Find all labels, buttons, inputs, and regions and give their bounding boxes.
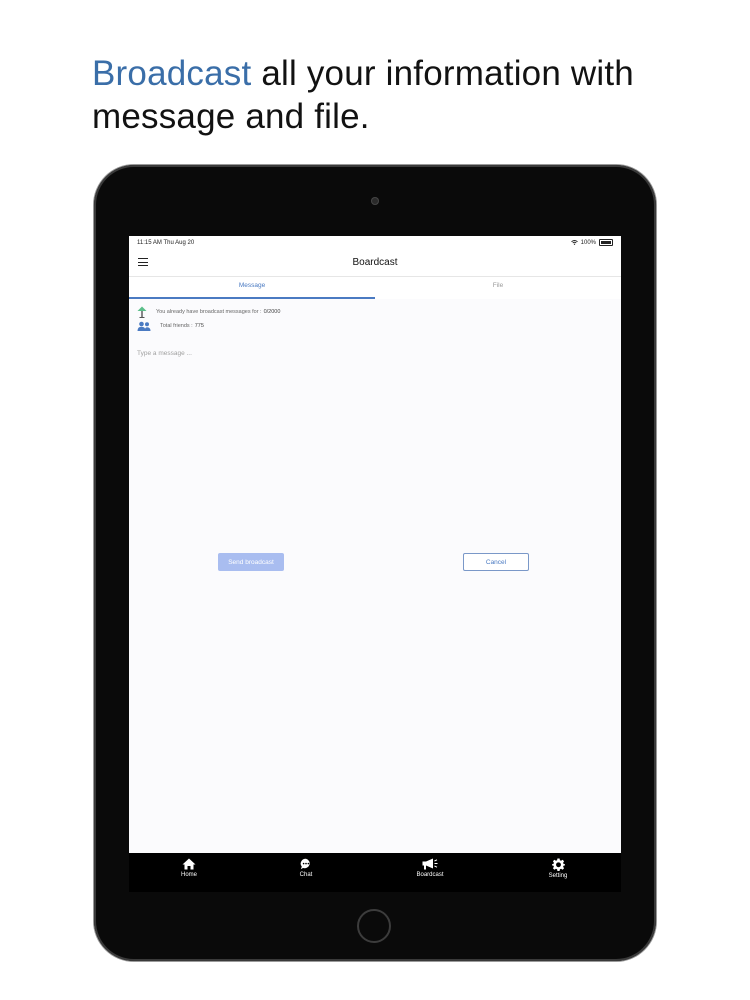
tab-bar-top: Message File (129, 277, 621, 299)
active-tab-indicator (129, 297, 375, 299)
home-icon (182, 858, 196, 870)
app-screen: 11:15 AM Thu Aug 20 100% Boardcast Messa… (129, 236, 621, 892)
page-title: Boardcast (352, 257, 398, 268)
tab-boardcast-label: Boardcast (416, 872, 444, 878)
wifi-icon (570, 240, 578, 245)
send-broadcast-button[interactable]: Send broadcast (218, 553, 284, 571)
ipad-home-button (357, 909, 391, 943)
battery-icon (599, 239, 613, 246)
chat-bubble-icon (300, 858, 310, 870)
status-right: 100% (570, 239, 613, 246)
broadcast-quota-count: 0/2000 (263, 309, 281, 315)
headline: Broadcast all your information with mess… (92, 52, 712, 138)
camera-icon (371, 197, 379, 205)
cancel-button[interactable]: Cancel (463, 553, 529, 571)
message-input[interactable] (137, 346, 607, 360)
battery-percent: 100% (580, 239, 596, 246)
nav-bar: Boardcast (129, 250, 621, 277)
tab-message[interactable]: Message (129, 282, 375, 289)
tab-home-label: Home (180, 872, 197, 878)
tab-setting[interactable]: Setting (528, 858, 588, 879)
tab-setting-label: Setting (548, 873, 568, 879)
tree-icon (137, 306, 147, 318)
headline-accent: Broadcast (92, 54, 252, 93)
ipad-frame: 11:15 AM Thu Aug 20 100% Boardcast Messa… (94, 165, 656, 961)
friends-label: Total friends : (160, 323, 193, 329)
friends-count: 775 (194, 323, 204, 329)
megaphone-icon (422, 858, 438, 870)
tab-chat-label: Chat (299, 872, 313, 878)
broadcast-quota-row: You already have broadcast messages for … (137, 306, 280, 318)
bottom-tab-bar: Home Chat Boardcast Setting (129, 853, 621, 892)
tab-boardcast[interactable]: Boardcast (400, 858, 460, 878)
gear-icon (551, 858, 565, 871)
tab-file[interactable]: File (375, 282, 621, 289)
broadcast-quota-label: You already have broadcast messages for … (156, 309, 262, 315)
friends-row: Total friends : 775 (137, 321, 204, 331)
status-bar: 11:15 AM Thu Aug 20 100% (129, 236, 621, 250)
users-icon (137, 321, 151, 331)
tab-chat[interactable]: Chat (276, 858, 336, 878)
tab-home[interactable]: Home (159, 858, 219, 878)
status-time: 11:15 AM Thu Aug 20 (137, 240, 195, 246)
